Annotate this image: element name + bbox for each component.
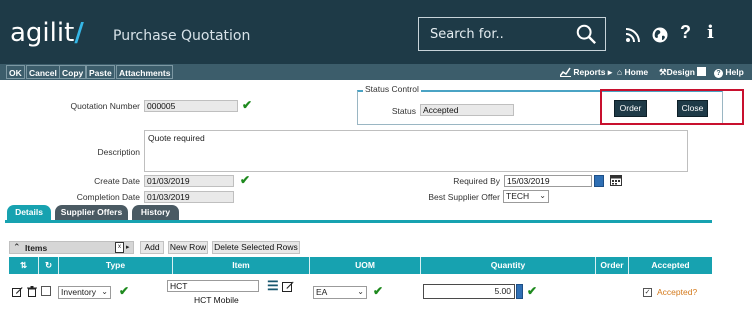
reports-label: Reports	[573, 67, 606, 77]
wrench-icon: ⚒	[659, 67, 667, 77]
search-input[interactable]	[419, 18, 569, 50]
column-header-type[interactable]: Type	[59, 257, 173, 274]
item-code-field[interactable]: HCT	[167, 280, 259, 292]
chevron-down-icon: ⌄	[101, 287, 108, 296]
reports-menu[interactable]: Reports ▸	[559, 65, 613, 79]
accepted-checkbox[interactable]: ✓	[643, 288, 652, 297]
column-header-order[interactable]: Order	[596, 257, 629, 274]
sort-icon[interactable]: ⇅	[20, 260, 27, 270]
design-label: Design	[666, 67, 695, 77]
ok-button[interactable]: OK	[6, 65, 25, 79]
column-header-accepted[interactable]: Accepted	[629, 257, 712, 274]
column-header-uom[interactable]: UOM	[310, 257, 421, 274]
best-supplier-value: TECH	[506, 191, 530, 201]
search-icon[interactable]	[575, 23, 597, 45]
order-button[interactable]: Order	[614, 100, 647, 117]
items-title: Items	[25, 243, 48, 253]
export-icon[interactable]: x	[115, 242, 124, 253]
checkmark-icon: ✔	[527, 284, 538, 298]
uom-value: EA	[316, 287, 328, 297]
help-label: Help	[725, 67, 744, 77]
tab-underline	[5, 220, 712, 223]
tab-supplier-offers[interactable]: Supplier Offers	[55, 205, 128, 220]
new-row-button[interactable]: New Row	[168, 241, 208, 254]
status-label: Status	[391, 106, 416, 116]
collapse-icon[interactable]: ⌃	[13, 242, 21, 253]
quantity-field[interactable]: 5.00	[423, 284, 515, 299]
create-date-field[interactable]: 01/03/2019	[144, 175, 234, 187]
help-icon[interactable]: ?	[680, 22, 691, 43]
refresh-icon[interactable]: ↻	[45, 260, 52, 270]
items-grid-header: ⇅ ↻ Type Item UOM Quantity Order Accepte…	[9, 257, 712, 274]
search-box	[418, 17, 606, 51]
calendar-icon[interactable]	[610, 174, 622, 186]
globe-icon[interactable]	[652, 27, 668, 43]
status-control-legend: Status Control	[363, 84, 421, 94]
description-label: Description	[97, 147, 140, 157]
best-supplier-label: Best Supplier Offer	[428, 192, 500, 202]
column-header-item[interactable]: Item	[173, 257, 310, 274]
toolbar: OK Cancel Copy Paste Attachments Reports…	[0, 64, 752, 80]
quotation-number-field[interactable]: 000005	[144, 100, 238, 112]
refresh-column-header[interactable]: ↻	[39, 257, 59, 274]
delete-selected-rows-button[interactable]: Delete Selected Rows	[212, 241, 300, 254]
chevron-down-icon: ⌄	[357, 287, 364, 296]
edit-icon[interactable]	[282, 280, 294, 292]
checkmark-icon: ✔	[119, 284, 130, 298]
checkmark-icon: ✔	[242, 98, 253, 112]
create-date-label: Create Date	[94, 176, 140, 186]
accepted-label: Accepted?	[657, 287, 698, 297]
required-by-field[interactable]: 15/03/2019	[504, 175, 592, 187]
edit-icon[interactable]	[12, 286, 23, 297]
home-icon: ⌂	[617, 67, 623, 77]
info-icon[interactable]: i	[707, 22, 714, 43]
chevron-right-icon[interactable]: ▸	[126, 243, 130, 251]
row-select-checkbox[interactable]	[41, 286, 51, 296]
chevron-right-icon: ▸	[607, 67, 613, 77]
uom-select[interactable]: EA ⌄	[313, 286, 367, 299]
design-button[interactable]: ⚒Design	[659, 65, 707, 79]
page-title: Purchase Quotation	[113, 28, 251, 44]
completion-date-field[interactable]: 01/03/2019	[144, 191, 234, 203]
type-value: Inventory	[61, 287, 96, 297]
trash-icon[interactable]	[27, 286, 37, 297]
cancel-button[interactable]: Cancel	[26, 65, 60, 79]
quantity-stepper[interactable]	[516, 284, 523, 299]
status-field[interactable]: Accepted	[420, 104, 514, 116]
add-button[interactable]: Add	[140, 241, 164, 254]
rss-icon[interactable]	[625, 27, 641, 43]
column-header-quantity[interactable]: Quantity	[421, 257, 596, 274]
paste-button[interactable]: Paste	[86, 65, 115, 79]
app-logo[interactable]: agilit/	[10, 18, 84, 48]
chevron-down-icon: ⌄	[539, 191, 546, 200]
item-name: HCT Mobile	[194, 295, 239, 305]
quotation-number-label: Quotation Number	[70, 101, 140, 111]
checkmark-icon: ✔	[240, 173, 251, 187]
required-by-label: Required By	[453, 176, 500, 186]
checkmark-icon: ✔	[373, 284, 384, 298]
move-column-header[interactable]: ⇅	[9, 257, 39, 274]
date-spinner[interactable]	[594, 175, 604, 187]
design-toggle-box[interactable]	[697, 67, 707, 76]
copy-button[interactable]: Copy	[59, 65, 87, 79]
tab-details[interactable]: Details	[7, 205, 51, 220]
description-field[interactable]: Quote required	[144, 130, 688, 172]
tab-history[interactable]: History	[132, 205, 179, 220]
home-button[interactable]: ⌂ Home	[617, 65, 648, 79]
list-icon[interactable]: ☰	[267, 278, 279, 294]
table-row: Inventory ⌄ ✔ HCT ☰ HCT Mobile EA ⌄ ✔ 5.…	[9, 274, 712, 306]
type-select[interactable]: Inventory ⌄	[58, 286, 111, 299]
help-button[interactable]: ? Help	[714, 65, 744, 79]
home-label: Home	[624, 67, 649, 77]
best-supplier-select[interactable]: TECH ⌄	[503, 190, 549, 203]
chart-icon	[559, 67, 571, 77]
completion-date-label: Completion Date	[76, 192, 140, 202]
attachments-button[interactable]: Attachments	[116, 65, 174, 79]
close-button[interactable]: Close	[677, 100, 708, 117]
help-circle-icon: ?	[714, 69, 723, 78]
